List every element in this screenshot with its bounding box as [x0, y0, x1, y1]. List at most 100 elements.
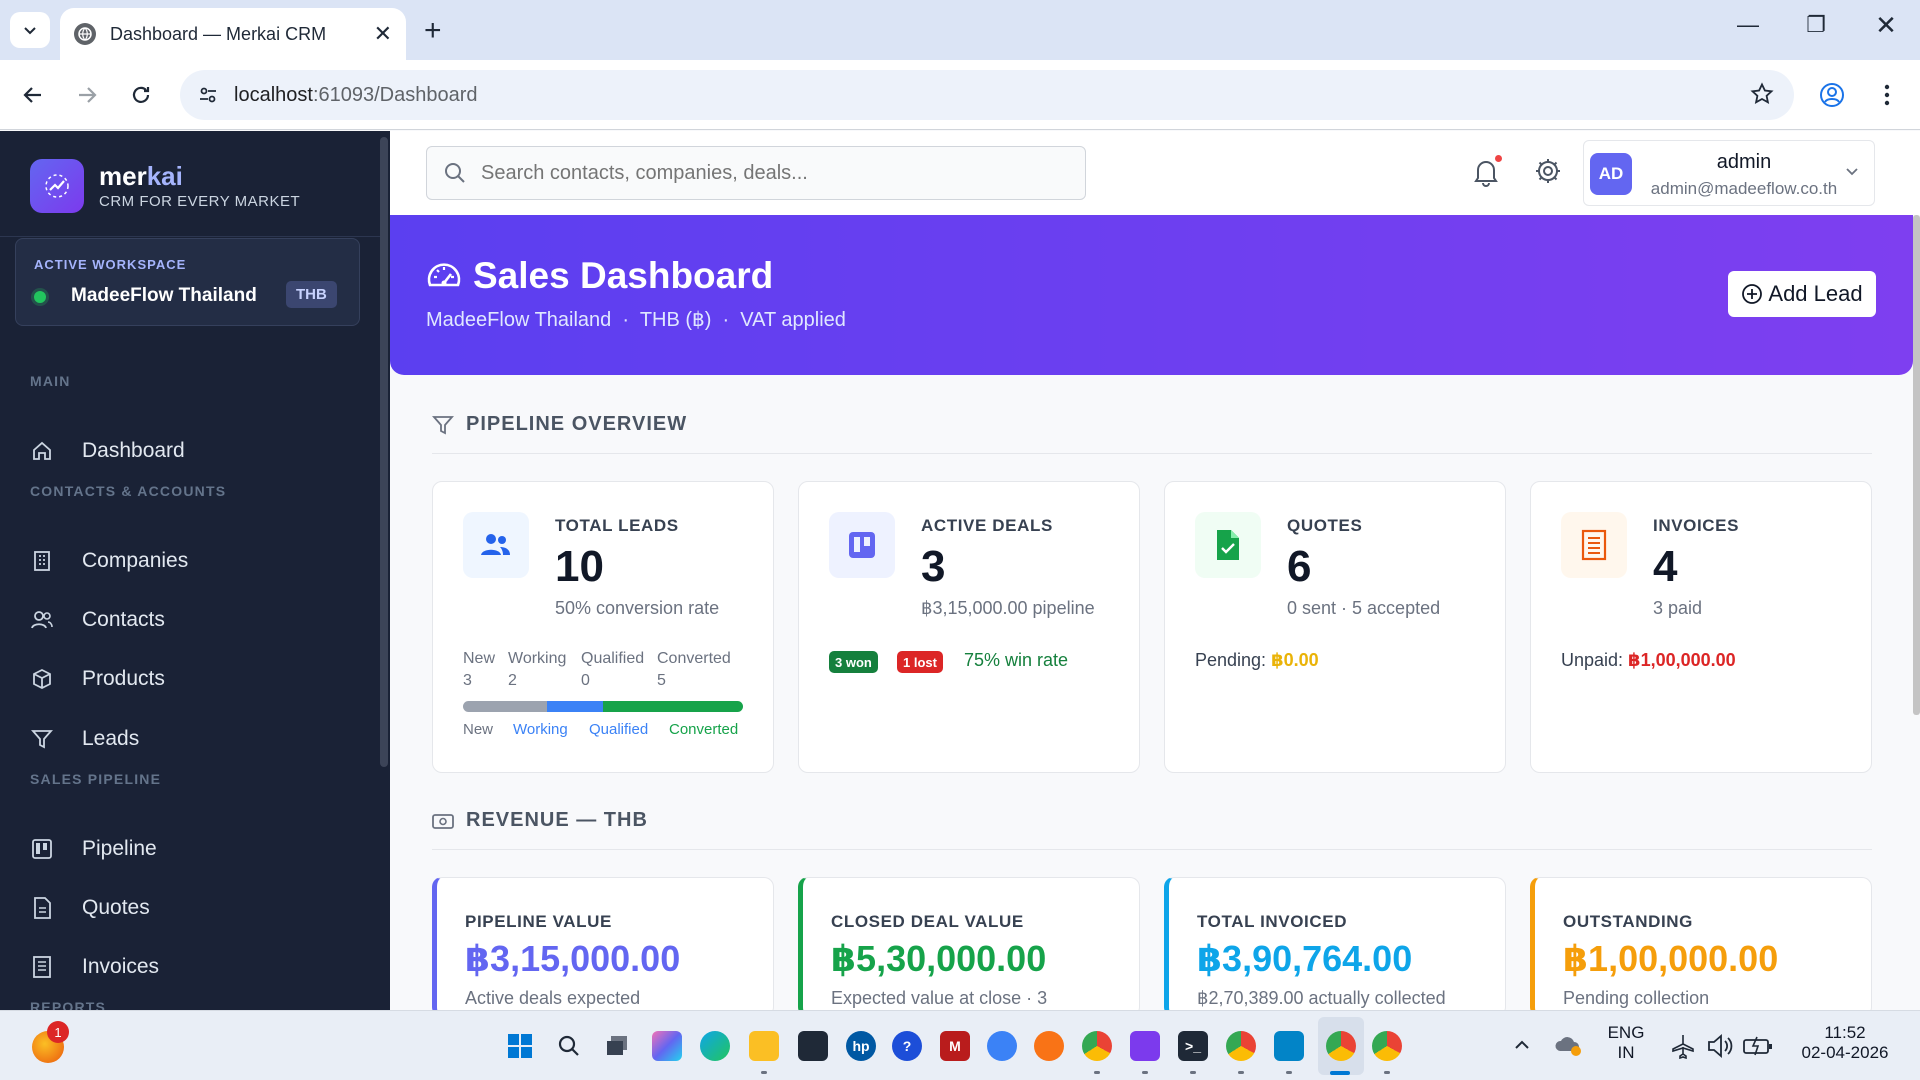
- browser-menu-icon[interactable]: [1870, 78, 1904, 112]
- brand-name: merkai: [99, 160, 183, 191]
- pipeline-value-card[interactable]: PIPELINE VALUE ฿3,15,000.00 Active deals…: [432, 877, 774, 1010]
- brand[interactable]: merkai CRM FOR EVERY MARKET: [30, 159, 300, 213]
- language-indicator[interactable]: ENG IN: [1596, 1023, 1656, 1063]
- sidebar: merkai CRM FOR EVERY MARKET ACTIVE WORKS…: [0, 131, 390, 1010]
- browser-tab-active[interactable]: Dashboard — Merkai CRM ✕: [60, 8, 406, 60]
- legend-new: New: [463, 721, 494, 738]
- postman-icon[interactable]: [1034, 1031, 1064, 1061]
- microsoft-store-icon[interactable]: [798, 1031, 828, 1061]
- search-icon[interactable]: [554, 1031, 584, 1061]
- lead-stage-bar: [463, 701, 743, 712]
- outstanding-card[interactable]: OUTSTANDING ฿1,00,000.00 Pending collect…: [1530, 877, 1872, 1010]
- onedrive-icon[interactable]: [1554, 1033, 1584, 1062]
- hp-icon[interactable]: hp: [846, 1031, 876, 1061]
- terminal-icon[interactable]: >_: [1178, 1031, 1208, 1061]
- help-icon[interactable]: ?: [892, 1031, 922, 1061]
- bookmark-star-icon[interactable]: [1750, 82, 1774, 111]
- document-icon: [30, 896, 54, 920]
- revenue-value: ฿5,30,000.00: [831, 938, 1047, 979]
- sidebar-scrollbar[interactable]: [380, 137, 388, 767]
- sidebar-item-dashboard[interactable]: Dashboard: [30, 429, 360, 473]
- lost-badge: 1 lost: [897, 651, 943, 673]
- restore-button[interactable]: ❐: [1796, 12, 1836, 38]
- edge-browser-icon[interactable]: [700, 1031, 730, 1061]
- sidebar-item-leads[interactable]: Leads: [30, 717, 360, 761]
- main-content: AD admin admin@madeeflow.co.th Sales Das…: [390, 131, 1920, 1010]
- workspace-switcher[interactable]: ACTIVE WORKSPACE MadeeFlow Thailand THB: [15, 238, 360, 326]
- revenue-subtext: Pending collection: [1563, 988, 1710, 1008]
- revenue-label: TOTAL INVOICED: [1197, 912, 1348, 931]
- close-window-button[interactable]: ✕: [1866, 10, 1906, 41]
- mcafee-icon[interactable]: M: [940, 1031, 970, 1061]
- document-check-icon: [1195, 512, 1261, 578]
- dashboard-hero: Sales Dashboard MadeeFlow Thailand · THB…: [390, 215, 1913, 375]
- chevron-up-icon[interactable]: [1512, 1035, 1532, 1060]
- user-menu[interactable]: AD admin admin@madeeflow.co.th: [1583, 140, 1875, 206]
- sidebar-item-pipeline[interactable]: Pipeline: [30, 827, 360, 871]
- plus-circle-icon: [1741, 283, 1763, 305]
- clock[interactable]: 11:52 02-04-2026: [1790, 1023, 1900, 1063]
- battery-icon[interactable]: [1742, 1033, 1774, 1064]
- section-divider: [432, 849, 1872, 850]
- back-button[interactable]: [16, 78, 50, 112]
- sidebar-item-invoices[interactable]: Invoices: [30, 945, 360, 989]
- users-icon: [463, 512, 529, 578]
- funnel-icon: [432, 414, 454, 436]
- sidebar-item-companies[interactable]: Companies: [30, 539, 360, 583]
- visual-studio-icon[interactable]: [1130, 1031, 1160, 1061]
- receipt-icon: [1561, 512, 1627, 578]
- closed-deal-value-card[interactable]: CLOSED DEAL VALUE ฿5,30,000.00 Expected …: [798, 877, 1140, 1010]
- address-bar[interactable]: localhost:61093/Dashboard: [180, 70, 1794, 120]
- sidebar-item-label: Pipeline: [82, 837, 157, 860]
- invoices-unpaid: Unpaid: ฿1,00,000.00: [1561, 650, 1736, 670]
- main-scrollbar[interactable]: [1913, 215, 1920, 715]
- sidebar-item-label: Quotes: [82, 896, 150, 919]
- chrome-profile-icon[interactable]: [1372, 1031, 1402, 1061]
- docker-icon[interactable]: [987, 1031, 1017, 1061]
- windows-start-icon[interactable]: [505, 1031, 535, 1061]
- running-indicator: [1238, 1071, 1244, 1074]
- minimize-button[interactable]: —: [1728, 12, 1768, 38]
- total-leads-card[interactable]: TOTAL LEADS 10 50% conversion rate New 3…: [432, 481, 774, 773]
- search-box[interactable]: [426, 146, 1086, 200]
- search-input[interactable]: [481, 161, 1041, 185]
- total-invoiced-card[interactable]: TOTAL INVOICED ฿3,90,764.00 ฿2,70,389.00…: [1164, 877, 1506, 1010]
- tab-search-button[interactable]: [10, 12, 50, 48]
- notepad-icon[interactable]: [1274, 1031, 1304, 1061]
- revenue-subtext: Active deals expected: [465, 988, 641, 1008]
- reload-button[interactable]: [124, 78, 158, 112]
- browser-tabstrip: Dashboard — Merkai CRM ✕ + — ❐ ✕: [0, 0, 1920, 60]
- close-tab-icon[interactable]: ✕: [374, 21, 392, 47]
- sidebar-item-products[interactable]: Products: [30, 657, 360, 701]
- copilot-icon[interactable]: [652, 1031, 682, 1061]
- sidebar-item-contacts[interactable]: Contacts: [30, 598, 360, 642]
- file-explorer-icon[interactable]: [749, 1031, 779, 1061]
- forward-button[interactable]: [70, 78, 104, 112]
- bell-icon[interactable]: [1472, 157, 1500, 192]
- chrome-active-icon[interactable]: [1326, 1031, 1356, 1061]
- volume-icon[interactable]: [1706, 1033, 1734, 1064]
- chrome-dev-icon[interactable]: [1082, 1031, 1112, 1061]
- stage-count-working: 2: [508, 672, 517, 689]
- card-subtext: 3 paid: [1653, 598, 1703, 618]
- active-deals-card[interactable]: ACTIVE DEALS 3 ฿3,15,000.00 pipeline 3 w…: [798, 481, 1140, 773]
- sidebar-item-quotes[interactable]: Quotes: [30, 886, 360, 930]
- gear-icon[interactable]: [1534, 157, 1562, 190]
- quotes-card[interactable]: QUOTES 6 0 sent · 5 accepted Pending: ฿0…: [1164, 481, 1506, 773]
- home-icon: [30, 439, 54, 463]
- new-tab-button[interactable]: +: [424, 14, 442, 48]
- site-info-icon[interactable]: [198, 85, 218, 105]
- airplane-mode-icon[interactable]: [1670, 1033, 1696, 1064]
- revenue-subtext: Expected value at close · 3: [831, 988, 1048, 1008]
- stage-name-converted: Converted: [657, 650, 731, 667]
- task-view-icon[interactable]: [603, 1031, 633, 1061]
- receipt-icon: [30, 955, 54, 979]
- add-lead-button[interactable]: Add Lead: [1728, 271, 1876, 317]
- profile-icon[interactable]: [1815, 78, 1849, 112]
- card-value: 4: [1653, 542, 1678, 591]
- chrome-icon[interactable]: [1226, 1031, 1256, 1061]
- revenue-value: ฿3,15,000.00: [465, 938, 681, 979]
- arrow-left-icon: [23, 87, 41, 103]
- invoices-card[interactable]: INVOICES 4 3 paid Unpaid: ฿1,00,000.00: [1530, 481, 1872, 773]
- sidebar-item-label: Companies: [82, 549, 189, 572]
